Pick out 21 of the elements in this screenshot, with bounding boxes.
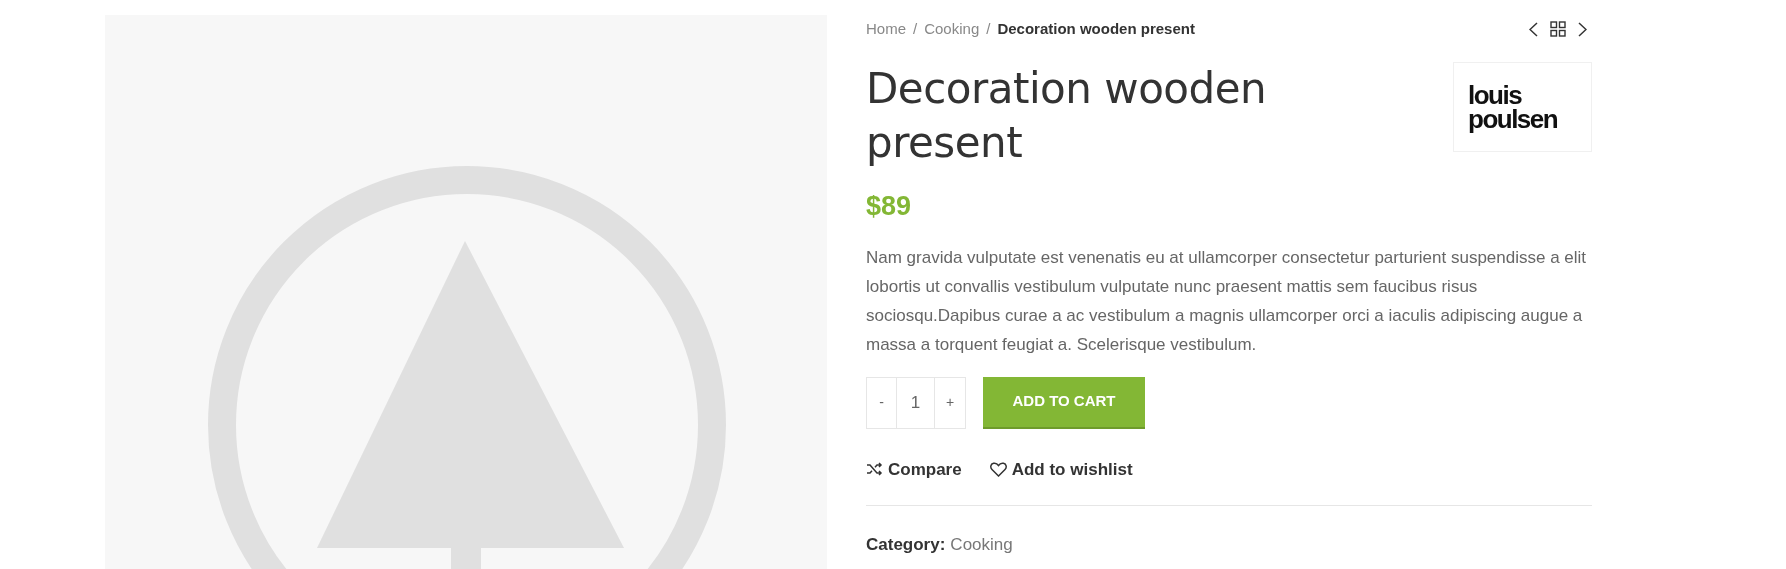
- breadcrumb-current: Decoration wooden present: [997, 18, 1195, 39]
- chevron-right-icon[interactable]: [1578, 21, 1587, 37]
- shuffle-icon: [866, 462, 883, 477]
- quantity-field[interactable]: 1: [897, 377, 935, 428]
- increase-button[interactable]: +: [935, 377, 965, 428]
- chevron-left-icon[interactable]: [1529, 21, 1538, 37]
- breadcrumb-separator: /: [986, 18, 991, 39]
- category-link[interactable]: Cooking: [950, 532, 1013, 558]
- wishlist-link[interactable]: Add to wishlist: [989, 456, 1133, 482]
- breadcrumb-separator: /: [913, 18, 918, 39]
- product-price: $89: [866, 190, 913, 223]
- heart-icon: [989, 461, 1007, 477]
- product-title: Decoration wooden present: [866, 63, 1268, 169]
- product-description: Nam gravida vulputate est venenatis eu at ullamcorper consectetur parturient suspendisse a elit lobortis ut convallis vestibulum vulputate nunc praesent mattis sem faucibus risus sociosqu.Dapibus curae a ac vestibulum a magnis ullamcorper orci a iaculis adipiscing augue a massa a torquent feugiat a. Scelerisque vestibulum.: [866, 246, 1588, 356]
- grid-icon[interactable]: [1550, 21, 1566, 37]
- category-label: Category:: [866, 534, 946, 556]
- compare-link[interactable]: Compare: [866, 456, 962, 482]
- brand-logo[interactable]: louis poulsen: [1453, 62, 1592, 152]
- breadcrumb-link[interactable]: Cooking: [924, 17, 980, 41]
- decrease-button[interactable]: -: [867, 377, 897, 428]
- breadcrumb-link[interactable]: Home: [866, 17, 906, 41]
